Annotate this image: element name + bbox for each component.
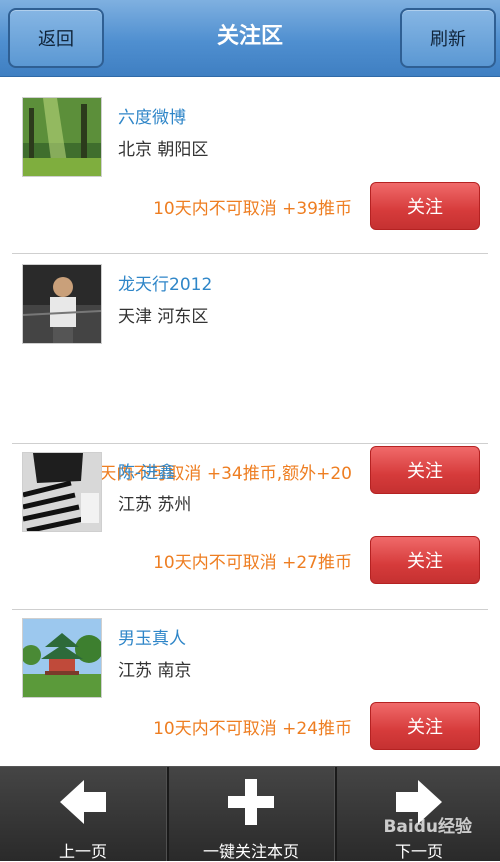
user-location: 北京 朝阳区 [118,140,209,160]
follow-button[interactable]: 关注 [370,446,480,494]
user-name[interactable]: 龙天行2012 [118,270,212,295]
prev-page-label: 上一页 [58,842,107,861]
divider [12,443,488,444]
avatar [22,97,102,177]
reward-text: 10天内不可取消 +27推币 [153,553,352,573]
arrow-left-icon [60,780,106,824]
follow-button[interactable]: 关注 [370,182,480,230]
avatar [22,264,102,344]
avatar [22,452,102,532]
follow-button[interactable]: 关注 [370,702,480,750]
divider [12,253,488,254]
reward-text: 10天内不可取消 +39推币 [153,199,352,219]
follow-all-button[interactable]: 一键关注本页 [168,767,334,861]
avatar [22,618,102,698]
divider [12,609,488,610]
reward-text: 10天内不可取消 +24推币 [153,719,352,739]
user-location: 江苏 苏州 [118,495,192,515]
user-name[interactable]: 六度微博 [118,103,186,128]
title-bar: 返回 关注区 刷新 [0,0,500,77]
next-page-label: 下一页 [394,842,443,861]
user-location: 江苏 南京 [118,661,192,681]
watermark-logo: Baidu经验 [383,817,472,837]
prev-page-button[interactable]: 上一页 [0,767,166,861]
follow-button[interactable]: 关注 [370,536,480,584]
plus-icon [228,779,274,825]
user-name[interactable]: 陈-进鑫 [118,458,175,483]
follow-list: 六度微博 北京 朝阳区 10天内不可取消 +39推币 关注 龙天行2012 天津… [0,77,500,765]
user-name[interactable]: 男玉真人 [118,624,186,649]
refresh-button[interactable]: 刷新 [400,8,496,68]
back-button[interactable]: 返回 [8,8,104,68]
follow-all-label: 一键关注本页 [202,842,299,861]
user-location: 天津 河东区 [118,307,209,327]
page-title: 关注区 [216,24,283,49]
